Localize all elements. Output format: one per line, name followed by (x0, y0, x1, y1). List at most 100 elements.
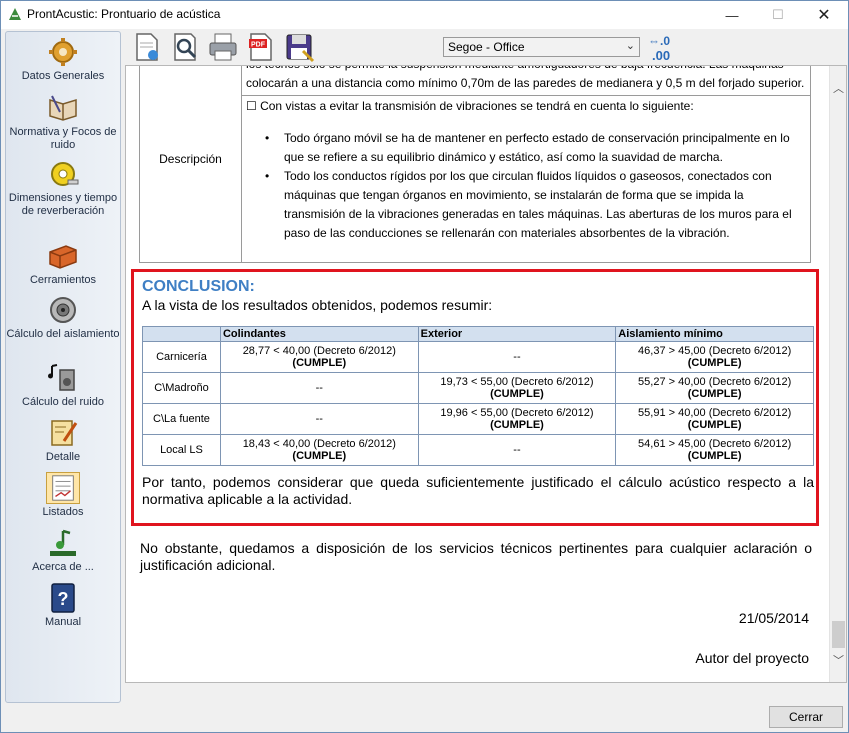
font-select[interactable]: Segoe - Office ⌄ (443, 37, 640, 57)
listing-icon (46, 472, 80, 504)
results-table: Colindantes Exterior Aislamiento mínimo … (142, 326, 814, 466)
table-row: C\La fuente -- 19,96 < 55,00 (Decreto 6/… (142, 403, 814, 435)
cell-value: -- (513, 444, 521, 456)
cumple-label: (CUMPLE) (292, 357, 347, 369)
scroll-up-icon[interactable]: ︿ (830, 80, 846, 97)
chevron-down-icon: ⌄ (625, 40, 635, 52)
tape-measure-icon (51, 162, 79, 186)
detail-icon (51, 420, 78, 446)
scroll-down-icon[interactable]: ﹀ (830, 652, 846, 669)
book-icon (49, 95, 77, 121)
cell-aislamiento: 55,27 > 40,00 (Decreto 6/2012) (CUMPLE) (615, 372, 814, 404)
row-name: Local LS (142, 434, 221, 466)
sidebar-item-dimensiones[interactable]: Dimensiones y tiempo de reverberación (6, 158, 120, 218)
closing-paragraph: No obstante, quedamos a disposición de l… (140, 540, 812, 573)
cumple-label: (CUMPLE) (687, 357, 742, 369)
toolbar: PDF Segoe - Office ⌄ ⇔.0 .00 (125, 31, 847, 65)
app-logo-icon (9, 8, 21, 20)
sidebar-item-label: Cerramientos (29, 274, 97, 286)
print-icon[interactable] (207, 31, 239, 63)
app-window: ProntAcustic: Prontuario de acústica — ☐… (0, 0, 849, 733)
title-bar: ProntAcustic: Prontuario de acústica — ☐… (1, 1, 848, 29)
column-header (142, 326, 221, 342)
cell-value: -- (513, 351, 521, 363)
cell-value: -- (315, 382, 323, 394)
sidebar-item-label: Cálculo del ruido (22, 396, 104, 408)
cell-exterior: -- (417, 434, 617, 466)
sidebar-item-label: Normativa y Focos de ruido (9, 126, 117, 151)
sidebar-item-cerramientos[interactable]: Cerramientos (6, 240, 120, 287)
decimals-icon[interactable]: ⇔.0 .00 (646, 33, 676, 63)
scroll-thumb[interactable] (832, 621, 845, 648)
sidebar-item-label: Detalle (45, 451, 81, 463)
music-speaker-icon (48, 364, 75, 391)
sidebar-item-acerca[interactable]: Acerca de ... (6, 527, 120, 574)
cumple-label: (CUMPLE) (687, 388, 742, 400)
cell-aislamiento: 54,61 > 45,00 (Decreto 6/2012) (CUMPLE) (615, 434, 814, 466)
row-name: C\Madroño (142, 372, 221, 404)
preview-magnifier-icon[interactable] (169, 31, 201, 63)
gear-icon (49, 38, 77, 66)
cell-value: 19,96 < 55,00 (Decreto 6/2012) (440, 407, 594, 419)
cell-colindantes: 28,77 < 40,00 (Decreto 6/2012) (CUMPLE) (219, 341, 419, 373)
sidebar-item-label: Acerca de ... (32, 561, 94, 573)
cell-exterior: 19,96 < 55,00 (Decreto 6/2012) (CUMPLE) (417, 403, 617, 435)
document-date: 21/05/2014 (738, 610, 809, 626)
cumple-label: (CUMPLE) (490, 388, 544, 400)
cell-aislamiento: 55,91 > 40,00 (Decreto 6/2012) (CUMPLE) (615, 403, 814, 435)
description-content: los techos sólo se permite la suspensión… (242, 66, 810, 262)
cell-aislamiento: 46,37 > 45,00 (Decreto 6/2012) (CUMPLE) (615, 341, 814, 373)
vertical-scrollbar[interactable]: ︿ ﹀ (829, 66, 846, 682)
bullet-item: Todo los conductos rígidos por los que c… (260, 167, 808, 243)
row-name: Carnicería (142, 341, 221, 373)
table-row: Local LS 18,43 < 40,00 (Decreto 6/2012)(… (142, 434, 814, 466)
cell-value: 55,91 > 40,00 (Decreto 6/2012) (638, 407, 792, 419)
cell-value: -- (315, 413, 323, 425)
cumple-label: (CUMPLE) (292, 450, 347, 462)
table-row: Carnicería 28,77 < 40,00 (Decreto 6/2012… (142, 341, 814, 373)
decimals-bottom: .00 (652, 48, 670, 63)
sidebar-item-calculo-ruido[interactable]: Cálculo del ruido (6, 362, 120, 409)
cumple-label: (CUMPLE) (490, 419, 544, 431)
conclusion-intro: A la vista de los resultados obtenidos, … (142, 297, 493, 313)
document-viewer[interactable]: Descripción los techos sólo se permite l… (125, 65, 847, 683)
cell-value: 28,77 < 40,00 (Decreto 6/2012) (242, 345, 396, 357)
sidebar-item-listados[interactable]: Listados (6, 472, 120, 519)
description-line: los techos sólo se permite la suspensión… (246, 66, 805, 90)
column-header: Aislamiento mínimo (615, 326, 814, 342)
table-row: C\Madroño -- 19,73 < 55,00 (Decreto 6/20… (142, 372, 814, 404)
maximize-button[interactable]: ☐ (755, 1, 801, 29)
about-icon (50, 529, 76, 556)
brick-icon (49, 245, 77, 269)
decimals-top: ⇔.0 (648, 34, 670, 48)
save-disk-icon[interactable] (283, 31, 315, 63)
sidebar-item-label: Dimensiones y tiempo de reverberación (8, 192, 118, 217)
cell-exterior: -- (417, 341, 617, 373)
cerrar-button[interactable]: Cerrar (769, 706, 843, 728)
cell-value: 19,73 < 55,00 (Decreto 6/2012) (440, 376, 594, 388)
cell-value: 18,43 < 40,00 (Decreto 6/2012) (242, 438, 396, 450)
new-document-icon[interactable] (131, 31, 163, 63)
minimize-button[interactable]: — (709, 1, 755, 29)
pdf-export-icon[interactable]: PDF (245, 31, 277, 63)
window-title: ProntAcustic: Prontuario de acústica (27, 7, 221, 21)
divider (242, 95, 810, 96)
row-name: C\La fuente (142, 403, 221, 435)
sidebar-item-label: Listados (42, 506, 84, 518)
sidebar-item-calculo-aislamiento[interactable]: Cálculo del aislamiento (6, 294, 120, 341)
sidebar-item-datos-generales[interactable]: Datos Generales (6, 36, 120, 83)
sidebar-item-label: Cálculo del aislamiento (6, 328, 120, 340)
sidebar-item-detalle[interactable]: Detalle (6, 417, 120, 464)
sidebar-item-manual[interactable]: ? Manual (6, 582, 120, 629)
speaker-icon (50, 297, 76, 323)
sidebar: Datos Generales Normativa y Focos de rui… (5, 31, 121, 703)
conclusion-footer: Por tanto, podemos considerar que queda … (142, 474, 814, 507)
sidebar-item-label: Manual (44, 616, 82, 628)
sidebar-item-normativa[interactable]: Normativa y Focos de ruido (6, 92, 120, 152)
cumple-label: (CUMPLE) (687, 419, 742, 431)
close-window-button[interactable]: ✕ (801, 1, 847, 29)
column-header: Exterior (417, 326, 617, 342)
conclusion-box: CONCLUSION: A la vista de los resultados… (131, 269, 819, 526)
cell-value: 55,27 > 40,00 (Decreto 6/2012) (638, 376, 792, 388)
svg-text:PDF: PDF (251, 42, 266, 49)
